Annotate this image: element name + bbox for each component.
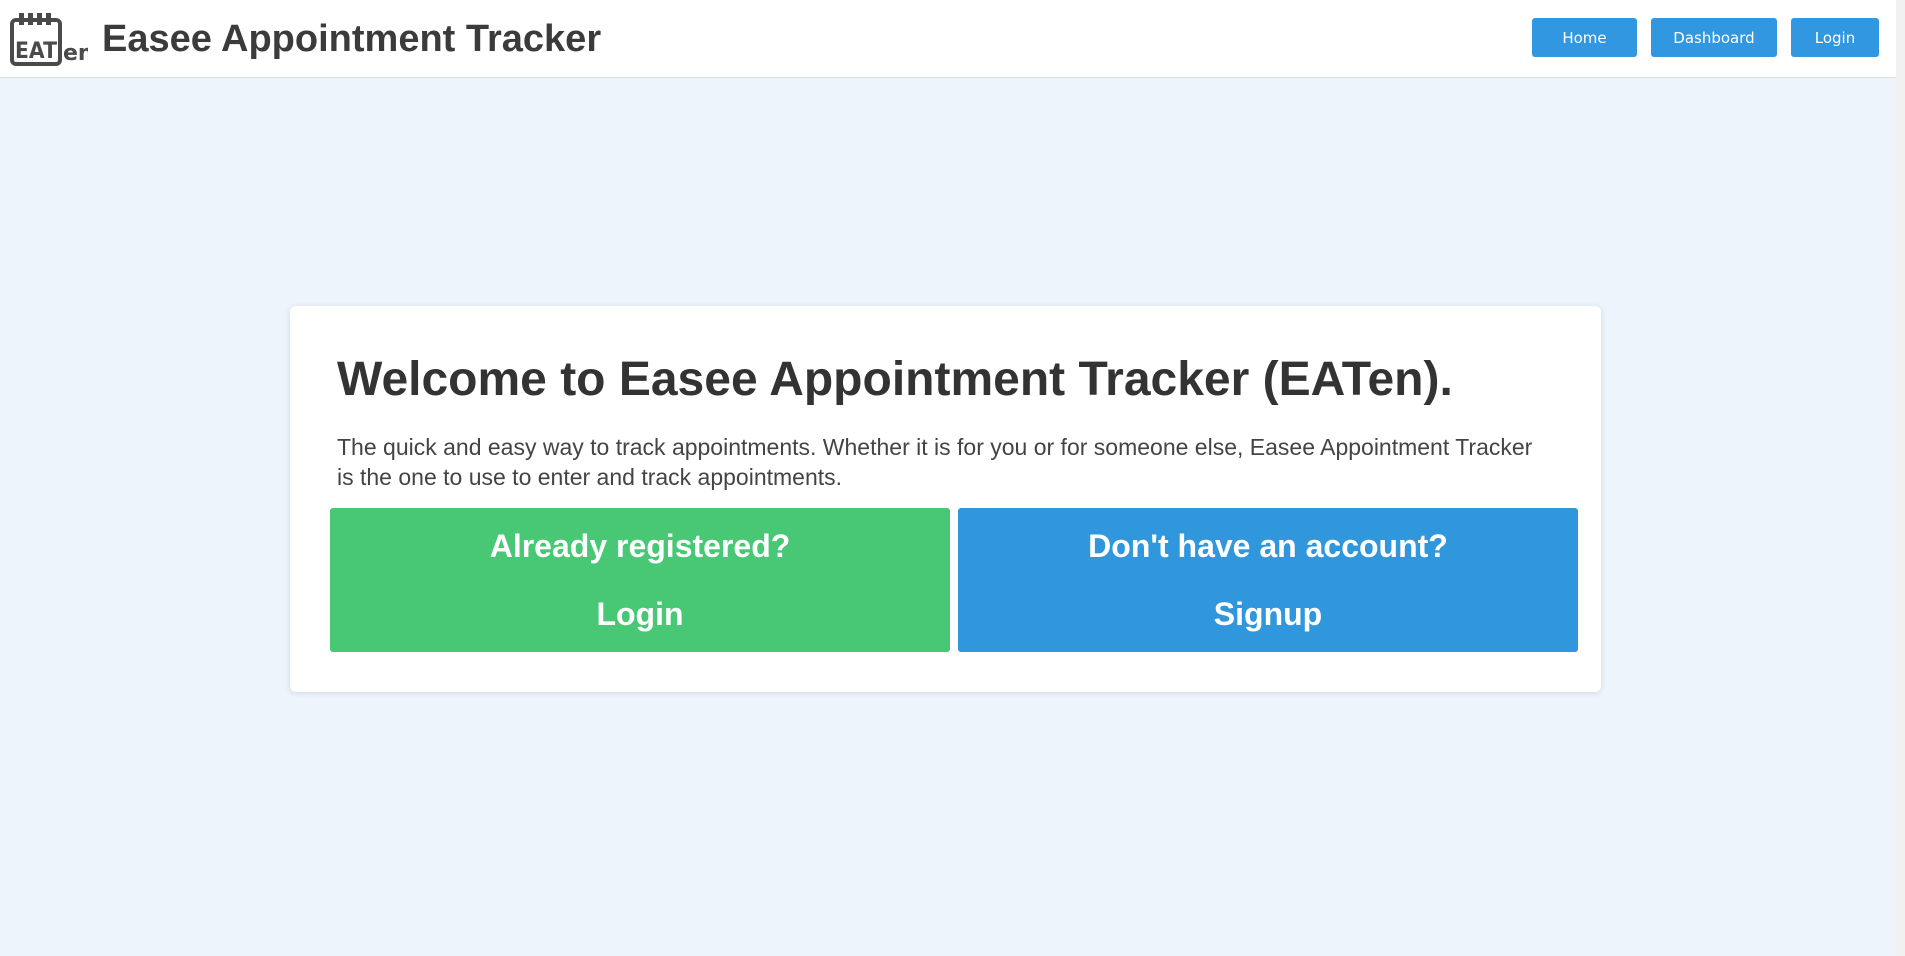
login-cta-action: Login — [596, 596, 684, 632]
main-nav: Home Dashboard Login — [1532, 18, 1879, 57]
calendar-logo-icon: EAT en — [10, 12, 88, 66]
svg-text:en: en — [63, 41, 88, 66]
svg-text:EAT: EAT — [15, 39, 57, 64]
page-scrollbar[interactable] — [1896, 0, 1905, 956]
dashboard-button[interactable]: Dashboard — [1651, 18, 1777, 57]
login-cta-prompt: Already registered? — [489, 528, 791, 564]
brand[interactable]: EAT en Easee Appointment Tracker — [10, 8, 601, 70]
nav-login-button[interactable]: Login — [1791, 18, 1879, 57]
top-navbar: EAT en Easee Appointment Tracker Home Da… — [0, 0, 1896, 78]
signup-cta-prompt: Don't have an account? — [1088, 528, 1448, 564]
login-cta-button[interactable]: Already registered? Login — [330, 508, 950, 652]
app-title: Easee Appointment Tracker — [102, 17, 602, 60]
welcome-description: The quick and easy way to track appointm… — [337, 434, 1533, 490]
welcome-card: Welcome to Easee Appointment Tracker (EA… — [290, 306, 1601, 692]
home-button[interactable]: Home — [1532, 18, 1637, 57]
welcome-heading: Welcome to Easee Appointment Tracker (EA… — [337, 353, 1453, 406]
signup-cta-action: Signup — [1213, 596, 1323, 632]
signup-cta-button[interactable]: Don't have an account? Signup — [958, 508, 1578, 652]
